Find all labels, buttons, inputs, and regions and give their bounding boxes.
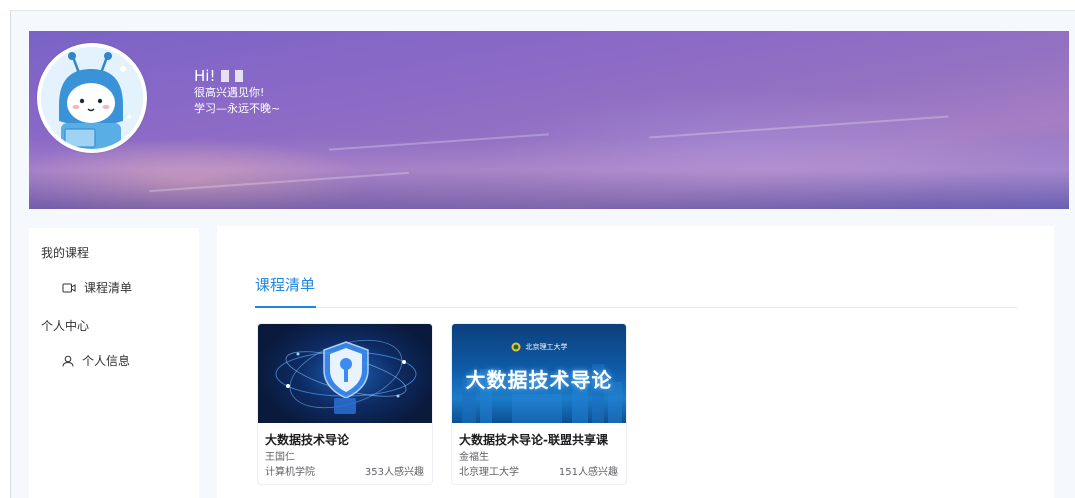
sidebar-item-label: 个人信息 — [82, 354, 131, 368]
sidebar-item-course-list[interactable]: 课程清单 — [62, 279, 132, 296]
tab-course-list[interactable]: 课程清单 — [255, 274, 315, 295]
motto-text: 学习—永远不晚~ — [194, 102, 281, 115]
security-shield-icon — [275, 339, 417, 414]
course-thumbnail: 北京理工大学 大数据技术导论 — [452, 324, 626, 423]
university-logo: 北京理工大学 — [452, 342, 626, 352]
sidebar: 我的课程 课程清单 个人中心 个人信息 — [29, 228, 199, 498]
title-divider — [255, 307, 1017, 308]
greeting-hi: Hi! — [194, 67, 216, 85]
avatar[interactable] — [37, 43, 147, 153]
main-content: 课程清单 大数据技术导论 王国仁 计算机学院 353人感兴趣 北京理工大学 大数… — [217, 226, 1054, 498]
avatar-robot-icon — [41, 47, 143, 149]
course-card[interactable]: 北京理工大学 大数据技术导论 大数据技术导论-联盟共享课 金福生 北京理工大学 … — [451, 323, 627, 485]
course-card[interactable]: 大数据技术导论 王国仁 计算机学院 353人感兴趣 — [257, 323, 433, 485]
profile-banner: Hi! 很高兴遇见你! 学习—永远不晚~ — [29, 31, 1069, 209]
sidebar-section-personal-center[interactable]: 个人中心 — [41, 317, 89, 334]
course-interest-count: 151人感兴趣 — [558, 467, 618, 478]
redacted-username — [221, 70, 230, 82]
user-icon — [62, 355, 74, 367]
course-teacher: 王国仁 — [265, 452, 295, 463]
thumbnail-title: 大数据技术导论 — [465, 368, 613, 392]
sidebar-item-personal-info[interactable]: 个人信息 — [62, 352, 130, 369]
course-school: 北京理工大学 — [459, 467, 519, 478]
course-school: 计算机学院 — [265, 467, 315, 478]
video-camera-icon — [62, 283, 76, 292]
course-teacher: 金福生 — [459, 452, 489, 463]
app-frame: Hi! 很高兴遇见你! 学习—永远不晚~ 我的课程 课程清单 个人中心 个人信息 — [10, 10, 1075, 498]
greeting-block: Hi! 很高兴遇见你! 学习—永远不晚~ — [194, 67, 280, 117]
course-title: 大数据技术导论-联盟共享课 — [459, 433, 608, 447]
university-logo-text: 北京理工大学 — [525, 343, 568, 351]
sidebar-section-my-courses[interactable]: 我的课程 — [41, 244, 89, 261]
course-title: 大数据技术导论 — [265, 433, 350, 447]
course-interest-count: 353人感兴趣 — [364, 467, 424, 478]
sidebar-item-label: 课程清单 — [84, 281, 133, 295]
welcome-text: 很高兴遇见你! — [194, 86, 265, 99]
greeting-row: Hi! — [194, 67, 280, 85]
active-tab-underline — [255, 306, 316, 308]
university-seal-icon — [511, 342, 520, 352]
redacted-username — [235, 70, 244, 82]
course-thumbnail — [258, 324, 432, 423]
